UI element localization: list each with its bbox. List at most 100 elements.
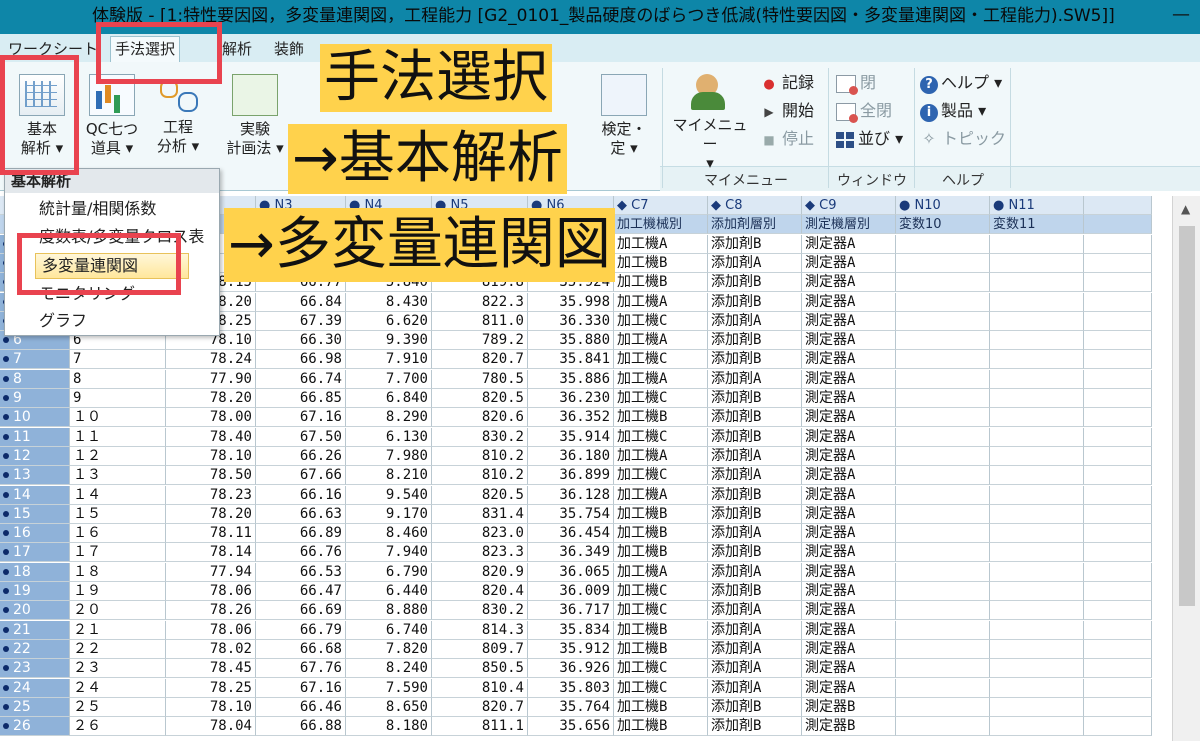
column-name-cell[interactable]	[1084, 215, 1152, 235]
table-cell[interactable]	[1084, 504, 1152, 524]
table-cell[interactable]	[1084, 524, 1152, 544]
table-cell[interactable]: ２４	[70, 678, 166, 698]
table-cell[interactable]	[990, 504, 1084, 524]
table-cell[interactable]: ２１	[70, 620, 166, 640]
table-cell[interactable]: 加工機C	[614, 350, 708, 370]
table-cell[interactable]: 添加剤A	[708, 253, 802, 273]
table-cell[interactable]: 測定器A	[802, 543, 896, 563]
table-cell[interactable]: 35.880	[528, 331, 614, 351]
table-cell[interactable]: １５	[70, 504, 166, 524]
table-cell[interactable]	[896, 466, 990, 486]
table-cell[interactable]: 35.764	[528, 697, 614, 717]
column-name-cell[interactable]: 変数10	[896, 215, 990, 235]
row-header-cell[interactable]: 16	[0, 524, 70, 544]
table-cell[interactable]	[896, 273, 990, 293]
table-cell[interactable]	[990, 639, 1084, 659]
table-cell[interactable]: 823.0	[432, 524, 528, 544]
table-cell[interactable]: 測定器A	[802, 466, 896, 486]
table-cell[interactable]: 78.10	[166, 697, 256, 717]
table-cell[interactable]	[1084, 543, 1152, 563]
table-cell[interactable]	[1084, 427, 1152, 447]
process-analysis-button[interactable]: 工程 分析 ▾	[146, 74, 210, 156]
column-name-cell[interactable]: 測定機層別	[802, 215, 896, 235]
table-cell[interactable]	[896, 582, 990, 601]
table-cell[interactable]: 添加剤B	[708, 543, 802, 563]
table-cell[interactable]: 添加剤B	[708, 427, 802, 447]
table-cell[interactable]: 35.914	[528, 427, 614, 447]
table-cell[interactable]: 36.899	[528, 466, 614, 486]
row-header-cell[interactable]: 22	[0, 639, 70, 659]
table-cell[interactable]: 8.240	[346, 659, 432, 679]
table-cell[interactable]: 加工機A	[614, 292, 708, 312]
column-tag-cell[interactable]: ◆ C8	[708, 196, 802, 215]
table-cell[interactable]	[990, 408, 1084, 428]
table-cell[interactable]: 加工機B	[614, 717, 708, 737]
table-cell[interactable]	[990, 446, 1084, 466]
table-cell[interactable]	[1084, 446, 1152, 466]
table-cell[interactable]	[990, 601, 1084, 621]
table-cell[interactable]	[1084, 253, 1152, 273]
table-cell[interactable]	[896, 350, 990, 370]
column-tag-cell[interactable]: ● N10	[896, 196, 990, 215]
table-cell[interactable]: 加工機C	[614, 311, 708, 331]
table-cell[interactable]: 36.009	[528, 582, 614, 601]
table-cell[interactable]: １１	[70, 427, 166, 447]
table-cell[interactable]: 8.430	[346, 292, 432, 312]
table-cell[interactable]: 66.63	[256, 504, 346, 524]
table-cell[interactable]: 77.94	[166, 562, 256, 582]
table-cell[interactable]: 測定器A	[802, 659, 896, 679]
table-cell[interactable]: 789.2	[432, 331, 528, 351]
table-cell[interactable]: 添加剤B	[708, 350, 802, 370]
table-cell[interactable]: 66.26	[256, 446, 346, 466]
table-cell[interactable]: １７	[70, 543, 166, 563]
table-cell[interactable]: 添加剤A	[708, 639, 802, 659]
table-cell[interactable]: 加工機C	[614, 427, 708, 447]
table-cell[interactable]: 36.454	[528, 524, 614, 544]
table-cell[interactable]	[990, 562, 1084, 582]
table-cell[interactable]: 6.440	[346, 582, 432, 601]
table-cell[interactable]	[990, 678, 1084, 698]
table-cell[interactable]: 加工機C	[614, 582, 708, 601]
table-cell[interactable]: 9.540	[346, 485, 432, 505]
stop-button[interactable]: ■ 停止	[760, 128, 814, 151]
table-cell[interactable]: 測定器A	[802, 331, 896, 351]
column-tag-cell[interactable]	[1084, 196, 1152, 215]
table-cell[interactable]: 測定器A	[802, 427, 896, 447]
table-cell[interactable]: 測定器A	[802, 620, 896, 640]
table-cell[interactable]: ２６	[70, 717, 166, 737]
table-cell[interactable]: 820.5	[432, 389, 528, 408]
table-cell[interactable]: 8.180	[346, 717, 432, 737]
table-cell[interactable]: 36.349	[528, 543, 614, 563]
table-cell[interactable]: 測定器A	[802, 562, 896, 582]
table-cell[interactable]: 78.23	[166, 485, 256, 505]
table-cell[interactable]	[896, 697, 990, 717]
table-cell[interactable]: ２０	[70, 601, 166, 621]
table-cell[interactable]: 820.4	[432, 582, 528, 601]
table-cell[interactable]: 66.46	[256, 697, 346, 717]
table-cell[interactable]: 添加剤A	[708, 601, 802, 621]
table-cell[interactable]: 添加剤A	[708, 446, 802, 466]
table-cell[interactable]	[1084, 466, 1152, 486]
table-cell[interactable]: 36.926	[528, 659, 614, 679]
table-cell[interactable]: 78.25	[166, 678, 256, 698]
table-cell[interactable]	[1084, 273, 1152, 293]
table-cell[interactable]: 7.820	[346, 639, 432, 659]
table-cell[interactable]: 測定器B	[802, 717, 896, 737]
table-cell[interactable]: 7.700	[346, 369, 432, 389]
table-cell[interactable]: 78.06	[166, 620, 256, 640]
table-cell[interactable]	[990, 331, 1084, 351]
table-cell[interactable]	[896, 234, 990, 254]
table-cell[interactable]	[1084, 697, 1152, 717]
table-cell[interactable]: 9.170	[346, 504, 432, 524]
row-header-cell[interactable]: 10	[0, 408, 70, 428]
row-header-cell[interactable]: 19	[0, 582, 70, 601]
table-cell[interactable]: 加工機B	[614, 697, 708, 717]
table-cell[interactable]: 78.04	[166, 717, 256, 737]
table-cell[interactable]: 7.940	[346, 543, 432, 563]
table-cell[interactable]: １６	[70, 524, 166, 544]
table-cell[interactable]: 測定器A	[802, 234, 896, 254]
table-cell[interactable]: 66.53	[256, 562, 346, 582]
row-header-cell[interactable]: 13	[0, 466, 70, 486]
table-cell[interactable]: １９	[70, 582, 166, 601]
table-cell[interactable]: 加工機A	[614, 446, 708, 466]
